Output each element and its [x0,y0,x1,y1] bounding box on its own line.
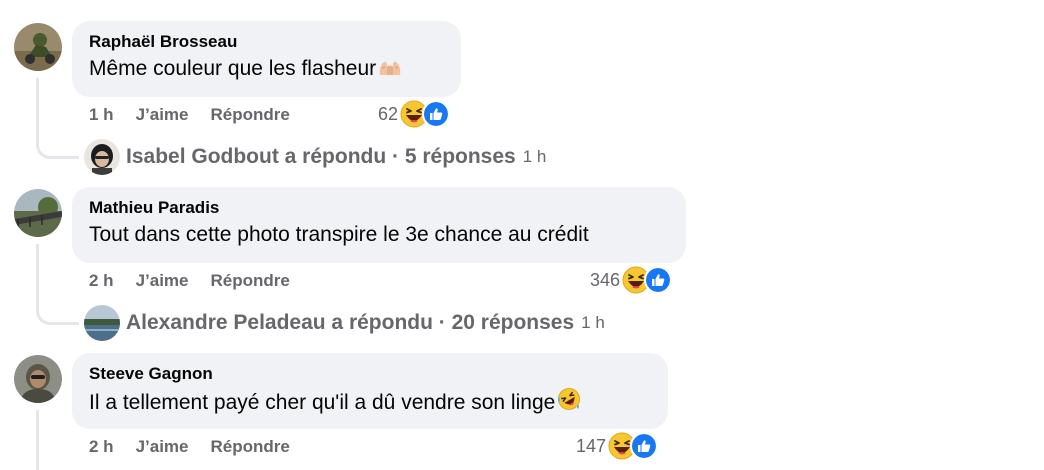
comment-actions: 2 h J’aime Répondre [89,271,312,291]
reply-summary-text: Alexandre Peladeau a répondu · 20 répons… [126,311,575,334]
view-replies-link[interactable]: Alexandre Peladeau a répondu · 20 répons… [84,305,605,341]
reply-time: 1 h [581,313,605,332]
comment-author[interactable]: Raphaël Brosseau [89,31,445,53]
thread-line [36,78,39,114]
comment-time[interactable]: 2 h [89,271,114,290]
thread-line [36,244,39,280]
reply-time: 1 h [522,147,547,166]
like-button[interactable]: J’aime [136,105,189,124]
like-icon [644,266,673,294]
reply-summary-text: Isabel Godbout a répondu · 5 réponses [126,145,516,168]
like-button[interactable]: J’aime [136,271,189,290]
reply-connector-line [36,280,79,325]
comment-bubble: Steeve Gagnon Il a tellement payé cher q… [72,353,668,429]
like-icon [422,100,451,128]
comment-text: Il a tellement payé cher qu'il a dû vend… [89,387,652,419]
reaction-summary[interactable]: 62 [378,100,451,128]
comment-author[interactable]: Mathieu Paradis [89,197,670,219]
comment-actions: 2 h J’aime Répondre [89,437,312,457]
reply-connector-line [36,114,79,159]
reaction-summary[interactable]: 346 [590,266,673,294]
reaction-count: 147 [576,435,607,456]
avatar-steeve[interactable] [14,355,62,403]
avatar-alexandre [84,305,120,341]
like-button[interactable]: J’aime [136,437,189,456]
comment-time[interactable]: 1 h [89,105,114,124]
reply-button[interactable]: Répondre [211,437,290,456]
avatar-raphael[interactable] [14,23,62,71]
comment-text: Tout dans cette photo transpire le 3e ch… [89,223,589,246]
view-replies-link[interactable]: Isabel Godbout a répondu · 5 réponses 1 … [84,139,546,175]
comment-text: Même couleur que les flasheur [89,55,445,85]
comment-bubble: Raphaël Brosseau Même couleur que les fl… [72,21,461,97]
avatar-mathieu[interactable] [14,189,62,237]
reaction-summary[interactable]: 147 [576,432,659,460]
comment-actions: 1 h J’aime Répondre [89,105,312,125]
reaction-count: 346 [590,269,621,290]
comment-bubble: Mathieu Paradis Tout dans cette photo tr… [72,187,686,263]
reaction-count: 62 [378,103,399,124]
comment-thread: Raphaël Brosseau Même couleur que les fl… [0,0,1044,470]
reply-button[interactable]: Répondre [211,105,290,124]
like-icon [630,432,659,460]
comment-time[interactable]: 2 h [89,437,114,456]
comment-author[interactable]: Steeve Gagnon [89,363,652,385]
rolling-laughing-emoji-icon [557,387,581,419]
palms-up-together-emoji-icon [378,55,402,85]
avatar-isabel [84,139,120,175]
thread-line [36,410,39,470]
reply-button[interactable]: Répondre [211,271,290,290]
